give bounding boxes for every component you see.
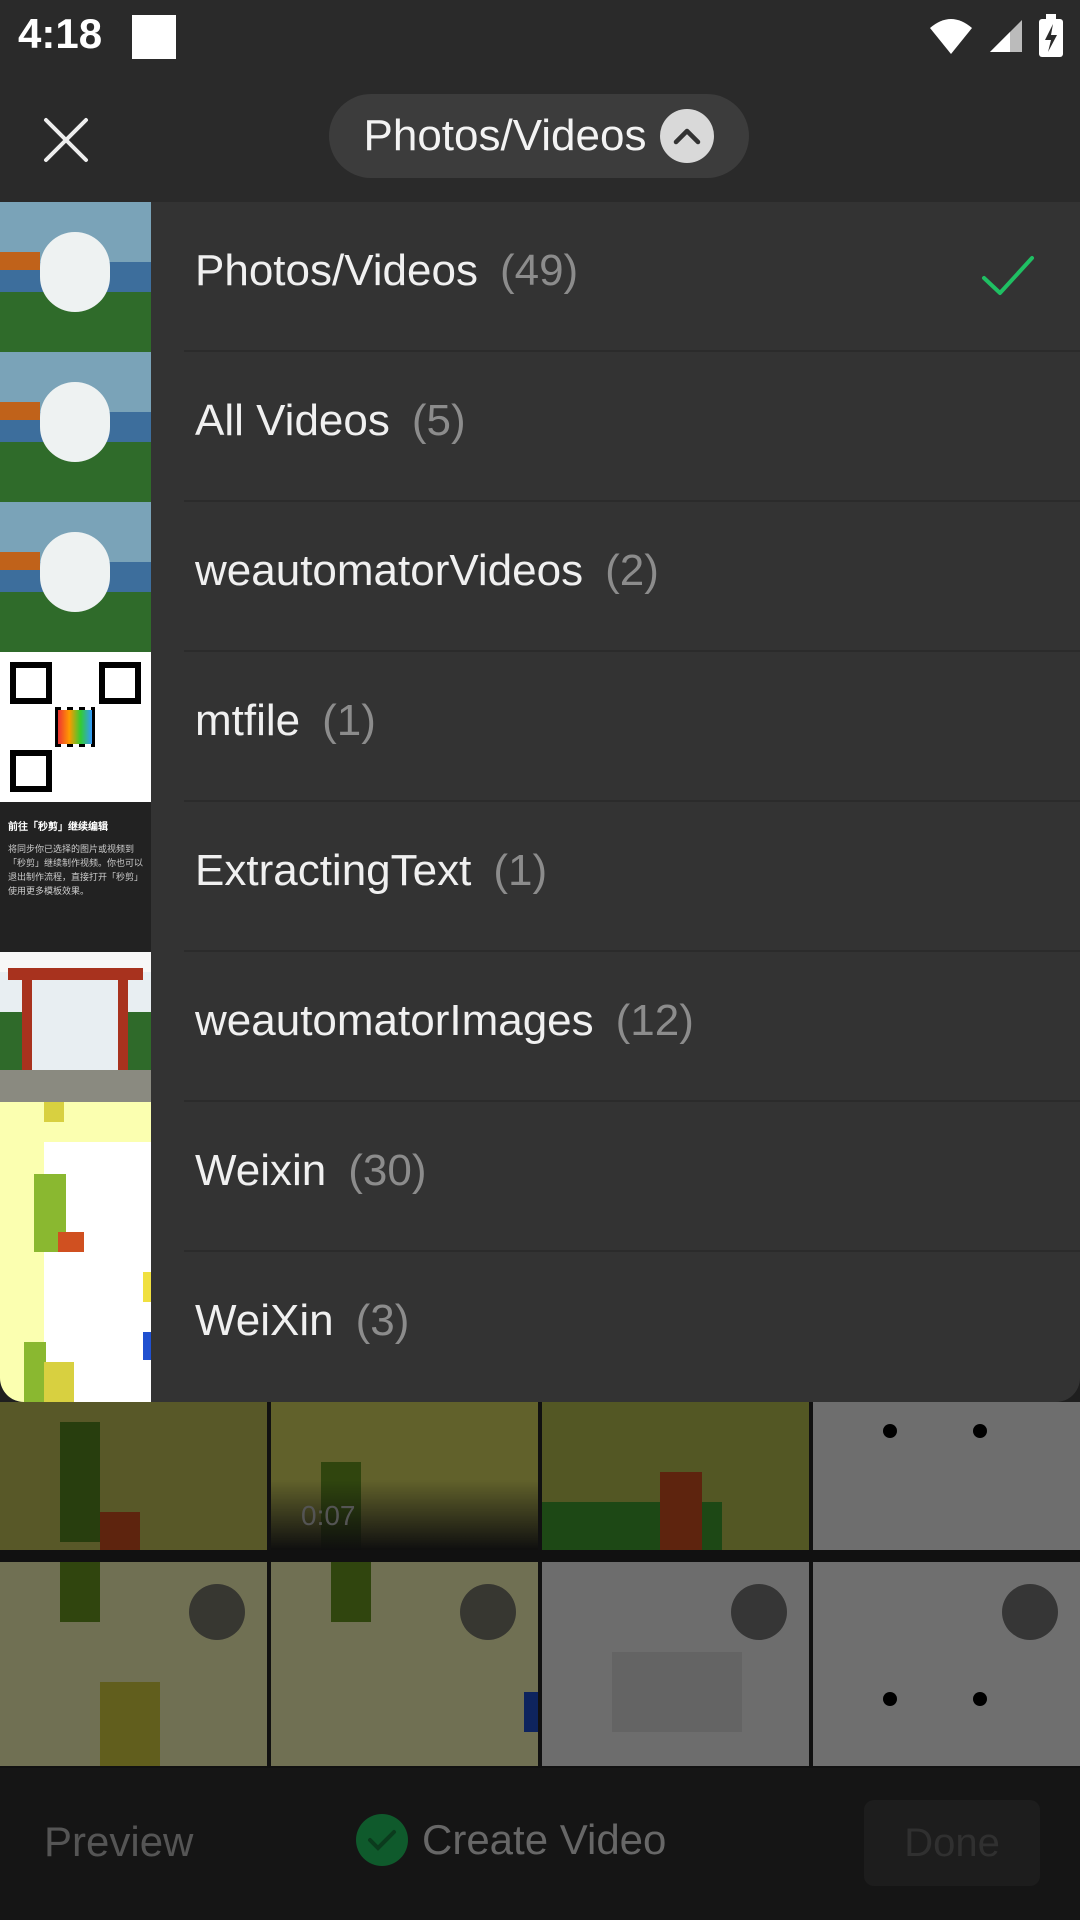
done-button[interactable]: Done — [864, 1800, 1040, 1886]
album-name: All Videos — [195, 396, 390, 445]
album-count: (5) — [411, 396, 466, 445]
album-item-extracting-text[interactable]: 前往「秒剪」继续编辑 将同步你已选择的图片或视频到「秒剪」继续制作视频。你也可以… — [0, 802, 1080, 952]
close-icon[interactable] — [40, 114, 92, 166]
status-time: 4:18 — [18, 10, 103, 57]
qr-code-thumbnail — [0, 652, 151, 802]
album-selector-label: Photos/Videos — [363, 111, 647, 160]
album-item-weautomator-videos[interactable]: weautomatorVideos (2) — [0, 502, 1080, 652]
grid-cell[interactable] — [542, 1402, 809, 1550]
notification-icon — [132, 15, 176, 59]
grid-cell[interactable]: 0:07 — [271, 1402, 538, 1550]
check-circle-icon — [356, 1814, 408, 1866]
album-thumbnail — [0, 1102, 151, 1252]
album-thumbnail — [0, 1252, 151, 1402]
create-video-label: Create Video — [422, 1816, 667, 1863]
cell-signal-icon — [990, 20, 1022, 52]
album-count: (2) — [605, 546, 659, 595]
album-item-weixin-2[interactable]: WeiXin (3) — [0, 1252, 1080, 1402]
album-selector-button[interactable]: Photos/Videos — [329, 94, 749, 178]
thumbnail-title-text: 前往「秒剪」继续编辑 — [8, 822, 108, 833]
album-item-mtfile[interactable]: mtfile (1) — [0, 652, 1080, 802]
preview-button[interactable]: Preview — [44, 1818, 193, 1866]
chevron-up-icon — [660, 109, 715, 163]
gate-photo-thumbnail — [0, 952, 151, 1102]
album-count: (1) — [493, 846, 548, 895]
grid-cell[interactable] — [271, 1562, 538, 1766]
grid-cell[interactable] — [813, 1562, 1080, 1766]
album-name: weautomatorImages — [195, 996, 594, 1045]
album-count: (12) — [615, 996, 694, 1045]
album-count: (30) — [348, 1146, 427, 1195]
grid-cell[interactable] — [813, 1402, 1080, 1550]
album-dropdown: Photos/Videos (49) All Videos (5) weautoma… — [0, 202, 1080, 1402]
album-item-weautomator-images[interactable]: weautomatorImages (12) — [0, 952, 1080, 1102]
media-grid: 0:07 — [0, 1402, 1080, 1768]
select-circle[interactable] — [731, 1584, 787, 1640]
album-count: (49) — [499, 246, 579, 295]
album-count: (1) — [322, 696, 376, 745]
album-name: WeiXin — [195, 1296, 334, 1345]
status-bar: 4:18 — [0, 0, 1080, 80]
album-thumbnail — [0, 502, 151, 652]
create-video-toggle[interactable]: Create Video — [356, 1814, 666, 1866]
select-circle[interactable] — [460, 1584, 516, 1640]
status-icons — [928, 14, 1064, 58]
grid-cell[interactable] — [542, 1562, 809, 1766]
album-item-all-videos[interactable]: All Videos (5) — [0, 352, 1080, 502]
bottom-action-bar: Preview Create Video Done — [0, 1768, 1080, 1920]
album-count: (3) — [355, 1296, 410, 1345]
grid-cell[interactable] — [0, 1562, 267, 1766]
album-name: Weixin — [195, 1146, 327, 1195]
album-thumbnail — [0, 352, 151, 502]
album-picker-header: Photos/Videos — [0, 80, 1080, 202]
checkmark-icon — [982, 256, 1034, 295]
wifi-icon — [930, 19, 972, 54]
album-name: weautomatorVideos — [195, 546, 584, 595]
album-name: Photos/Videos — [195, 246, 478, 295]
album-item-photos-videos[interactable]: Photos/Videos (49) — [0, 202, 1080, 352]
video-duration: 0:07 — [301, 1500, 356, 1531]
select-circle[interactable] — [1002, 1584, 1058, 1640]
album-item-weixin[interactable]: Weixin (30) — [0, 1102, 1080, 1252]
thumbnail-body-text: 将同步你已选择的图片或视频到「秒剪」继续制作视频。你也可以退出制作流程，直接打开… — [8, 844, 144, 896]
album-name: ExtractingText — [195, 846, 472, 895]
album-name: mtfile — [195, 696, 301, 745]
album-thumbnail — [0, 202, 151, 352]
battery-charging-icon — [1039, 14, 1063, 57]
select-circle[interactable] — [189, 1584, 245, 1640]
grid-cell[interactable] — [0, 1402, 267, 1550]
text-screenshot-thumbnail: 前往「秒剪」继续编辑 将同步你已选择的图片或视频到「秒剪」继续制作视频。你也可以… — [0, 802, 151, 952]
